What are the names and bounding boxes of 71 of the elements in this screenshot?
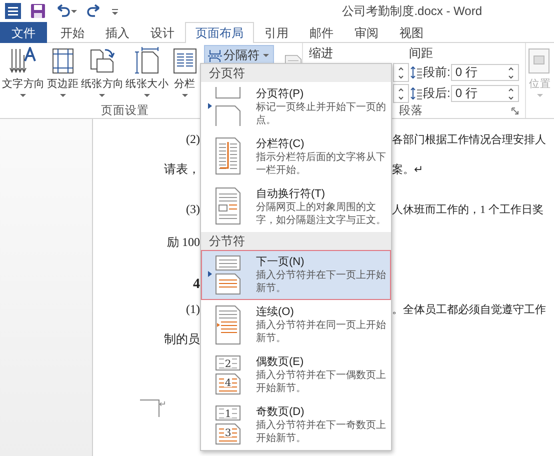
body-text: 各部门根据工作情况合理安排人 bbox=[392, 132, 546, 146]
menu-item[interactable]: 1 3 奇数页(D) 插入分节符并在下一奇数页上开始新节。 bbox=[201, 400, 391, 450]
body-text: 人休班而工作的，1 个工作日奖 bbox=[392, 202, 544, 216]
section-icon bbox=[208, 254, 242, 296]
menu-item[interactable]: 分页符(P) 标记一页终止并开始下一页的点。 bbox=[201, 82, 391, 132]
spacing-field[interactable]: 0 行 bbox=[451, 85, 520, 102]
body-text: (1) bbox=[186, 302, 200, 316]
menu-section-header: 分节符 bbox=[201, 232, 391, 250]
ribbon-tab[interactable]: 设计 bbox=[140, 22, 185, 43]
spacing-label: 间距 bbox=[409, 45, 434, 61]
body-text: (3) bbox=[186, 202, 200, 216]
ribbon-button[interactable]: 分栏 bbox=[170, 45, 199, 100]
menu-item[interactable]: 下一页(N) 插入分节符并在下一页上开始新节。 bbox=[201, 250, 391, 300]
body-text: 4 bbox=[193, 277, 200, 293]
ribbon-button[interactable]: 文字方向 bbox=[2, 45, 45, 100]
menu-section-header: 分页符 bbox=[201, 64, 391, 82]
body-text: 制的员 bbox=[164, 330, 200, 348]
caret-icon bbox=[536, 93, 544, 98]
spin-button[interactable] bbox=[393, 63, 409, 82]
ribbon-tab[interactable]: 开始 bbox=[50, 22, 95, 43]
caret-icon bbox=[143, 93, 152, 98]
page-number: 1 bbox=[224, 409, 232, 420]
ribbon-tab[interactable]: 插入 bbox=[95, 22, 140, 43]
body-text: 案。↵ bbox=[392, 162, 423, 176]
caret-icon bbox=[19, 93, 28, 98]
page-number: 4 bbox=[224, 378, 232, 389]
size-icon bbox=[133, 47, 162, 75]
ribbon-tab[interactable]: 视图 bbox=[389, 22, 434, 43]
margin-corner-icon bbox=[140, 399, 160, 417]
section-icon bbox=[208, 86, 242, 128]
ribbon-button[interactable]: 纸张大小 bbox=[126, 45, 169, 100]
group-label: 段落 bbox=[399, 104, 423, 118]
page-number: 2 bbox=[224, 359, 232, 370]
ribbon-button[interactable]: 纸张方向 bbox=[80, 45, 124, 100]
redo-icon[interactable] bbox=[86, 3, 102, 19]
menu-item[interactable]: 自动换行符(T) 分隔网页上的对象周围的文字，如分隔题注文字与正文。 bbox=[201, 182, 391, 232]
group-label: 页面设置 bbox=[100, 104, 150, 118]
spacing-icon bbox=[410, 86, 422, 100]
dialog-launcher-icon[interactable] bbox=[511, 107, 519, 115]
caret-icon bbox=[180, 93, 189, 98]
body-text: 请表， bbox=[164, 160, 200, 178]
menu-item[interactable]: 分栏符(C) 指示分栏符后面的文字将从下一栏开始。 bbox=[201, 132, 391, 182]
caret-icon bbox=[58, 93, 67, 98]
body-text: 。全体员工都必须自觉遵守工作 bbox=[392, 302, 546, 316]
page-break-icon bbox=[208, 48, 222, 62]
body-text: (2) bbox=[186, 132, 200, 146]
save-icon[interactable] bbox=[30, 3, 46, 19]
ribbon-tab[interactable]: 审阅 bbox=[344, 22, 389, 43]
menu-item[interactable]: 2 4 偶数页(E) 插入分节符并在下一偶数页上开始新节。 bbox=[201, 350, 391, 400]
spacing-icon bbox=[410, 66, 422, 80]
ribbon-tab[interactable]: 引用 bbox=[254, 22, 299, 43]
ribbon-button[interactable]: 页边距 bbox=[46, 45, 79, 100]
file-tab[interactable]: 文件 bbox=[0, 22, 47, 43]
ribbon-tab[interactable]: 页面布局 bbox=[185, 22, 254, 43]
text-direction-icon bbox=[9, 47, 38, 75]
spin-button[interactable] bbox=[393, 84, 409, 103]
menu-item[interactable]: 连续(O) 插入分节符并在同一页上开始新节。 bbox=[201, 300, 391, 350]
caret-icon bbox=[262, 53, 270, 58]
spacing-field-label: 段后: bbox=[423, 85, 450, 102]
spacing-field[interactable]: 0 行 bbox=[451, 64, 520, 81]
caret-icon bbox=[98, 93, 106, 98]
orientation-icon bbox=[88, 47, 116, 75]
spacing-field-label: 段前: bbox=[423, 64, 450, 81]
body-text: 励 100 bbox=[167, 234, 200, 250]
page-number: 3 bbox=[224, 428, 232, 439]
window-title: 公司考勤制度.docx - Word bbox=[342, 2, 482, 20]
indent-label: 缩进 bbox=[309, 45, 334, 61]
columns-icon bbox=[170, 47, 199, 75]
ribbon-tab[interactable]: 邮件 bbox=[299, 22, 344, 43]
app-icon bbox=[4, 2, 22, 20]
paragraph-mark: ↵ bbox=[159, 399, 167, 409]
